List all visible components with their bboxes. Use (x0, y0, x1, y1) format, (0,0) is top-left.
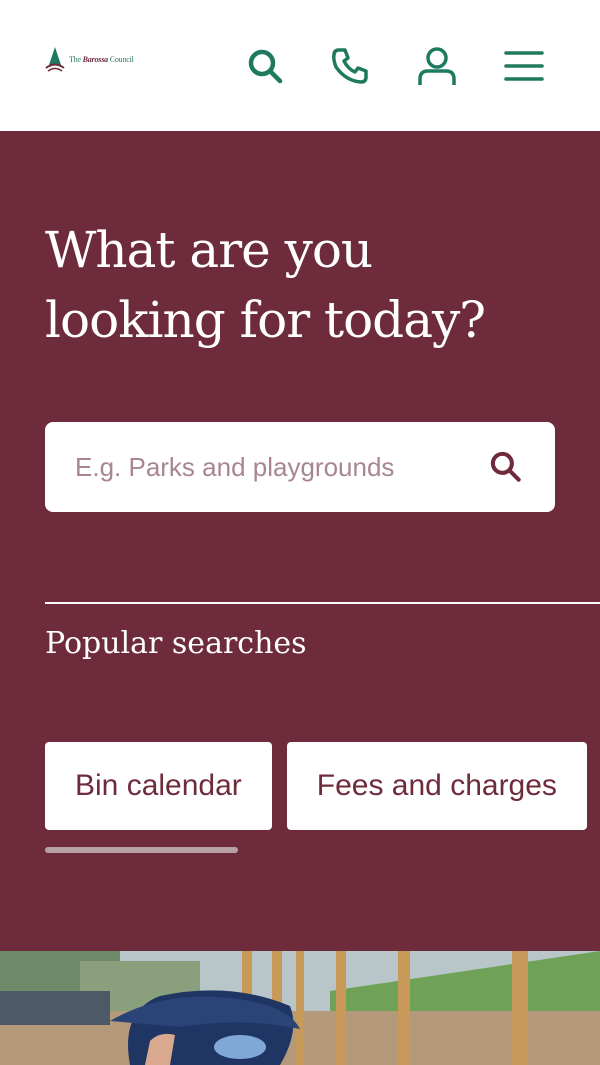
title-line-1: What are you (45, 221, 373, 279)
phone-icon (332, 48, 368, 84)
search-input[interactable] (75, 422, 465, 512)
header-account-button[interactable] (411, 40, 463, 92)
popular-searches-list: Bin calendar Fees and charges (45, 742, 600, 830)
header-menu-button[interactable] (498, 40, 550, 92)
search-icon (490, 451, 521, 482)
title-line-2: looking for today? (45, 291, 486, 349)
council-logo[interactable]: The Barossa Council (44, 44, 154, 74)
chip-fees-and-charges[interactable]: Fees and charges (286, 742, 587, 830)
menu-icon (504, 51, 544, 81)
popular-searches-heading: Popular searches (45, 626, 307, 661)
chip-bin-calendar[interactable]: Bin calendar (45, 742, 272, 830)
header-phone-button[interactable] (324, 40, 376, 92)
search-box (45, 422, 555, 512)
search-icon (248, 49, 283, 84)
section-divider (45, 602, 600, 604)
chips-scrollbar[interactable] (45, 847, 238, 853)
photo-icon (0, 951, 600, 1065)
search-submit-button[interactable] (485, 446, 527, 488)
hero-photo (0, 951, 600, 1065)
logo-text: The Barossa Council (69, 54, 134, 64)
site-header: The Barossa Council (0, 0, 600, 131)
header-search-button[interactable] (239, 40, 291, 92)
search-hero: What are you looking for today? Popular … (0, 131, 600, 951)
page-title: What are you looking for today? (45, 215, 565, 355)
chips-scrollbar-thumb[interactable] (45, 847, 238, 853)
user-icon (418, 47, 456, 85)
tree-logo-icon (45, 47, 65, 72)
